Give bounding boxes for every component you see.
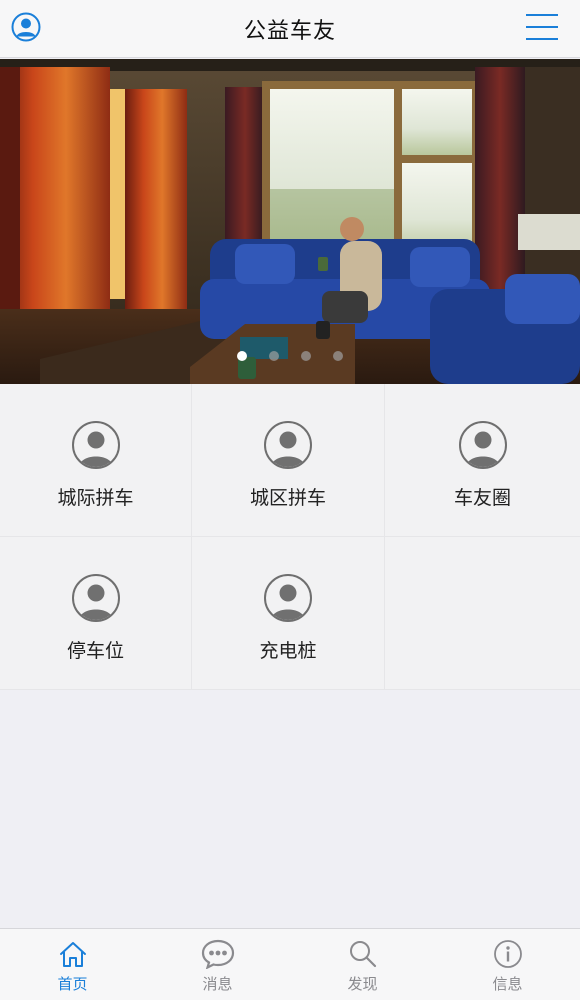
carousel-indicator: [0, 351, 580, 361]
avatar-icon: [264, 421, 312, 469]
grid-item-label: 城际拼车: [57, 487, 134, 509]
bottom-tab-bar: 首页 消息 发现 信息: [0, 928, 580, 1000]
tab-messages[interactable]: 消息: [145, 929, 290, 1000]
profile-button[interactable]: [10, 11, 42, 43]
home-icon: [59, 942, 86, 967]
grid-item-parking[interactable]: 停车位: [0, 537, 192, 690]
tab-info[interactable]: 信息: [435, 929, 580, 1000]
page-title: 公益车友: [243, 18, 336, 44]
carousel-dot[interactable]: [237, 351, 247, 361]
grid-item-charging[interactable]: 充电桩: [192, 537, 385, 690]
banner-carousel[interactable]: [0, 59, 580, 384]
grid-item-label: 充电桩: [259, 640, 317, 662]
tab-discover[interactable]: 发现: [290, 929, 435, 1000]
tab-label: 消息: [202, 975, 233, 993]
grid-item-urban-carpool[interactable]: 城区拼车: [192, 384, 385, 537]
top-nav-bar: 公益车友: [0, 0, 580, 58]
menu-icon[interactable]: [526, 12, 558, 42]
grid-item-label: 停车位: [66, 640, 124, 662]
grid-item-empty: [385, 537, 580, 690]
grid-item-label: 车友圈: [453, 487, 511, 509]
banner-image: [0, 59, 580, 384]
carousel-dot[interactable]: [301, 351, 311, 361]
avatar-icon: [71, 421, 120, 469]
user-circle-icon: [11, 12, 41, 42]
carousel-dot[interactable]: [333, 351, 343, 361]
tab-label: 首页: [57, 975, 88, 993]
info-icon: [493, 940, 522, 968]
feature-grid: 城际拼车 城区拼车 车友圈 停车位 充电桩: [0, 384, 580, 690]
tab-home[interactable]: 首页: [0, 929, 145, 1000]
avatar-icon: [71, 574, 120, 622]
tab-label: 发现: [347, 975, 378, 993]
grid-item-intercity-carpool[interactable]: 城际拼车: [0, 384, 192, 537]
grid-item-friends-circle[interactable]: 车友圈: [385, 384, 580, 537]
chat-icon: [201, 939, 234, 969]
carousel-dot[interactable]: [269, 351, 279, 361]
avatar-icon: [458, 421, 507, 469]
grid-item-label: 城区拼车: [249, 487, 326, 509]
tab-label: 信息: [492, 975, 523, 993]
search-icon: [349, 941, 376, 968]
avatar-icon: [264, 574, 312, 622]
